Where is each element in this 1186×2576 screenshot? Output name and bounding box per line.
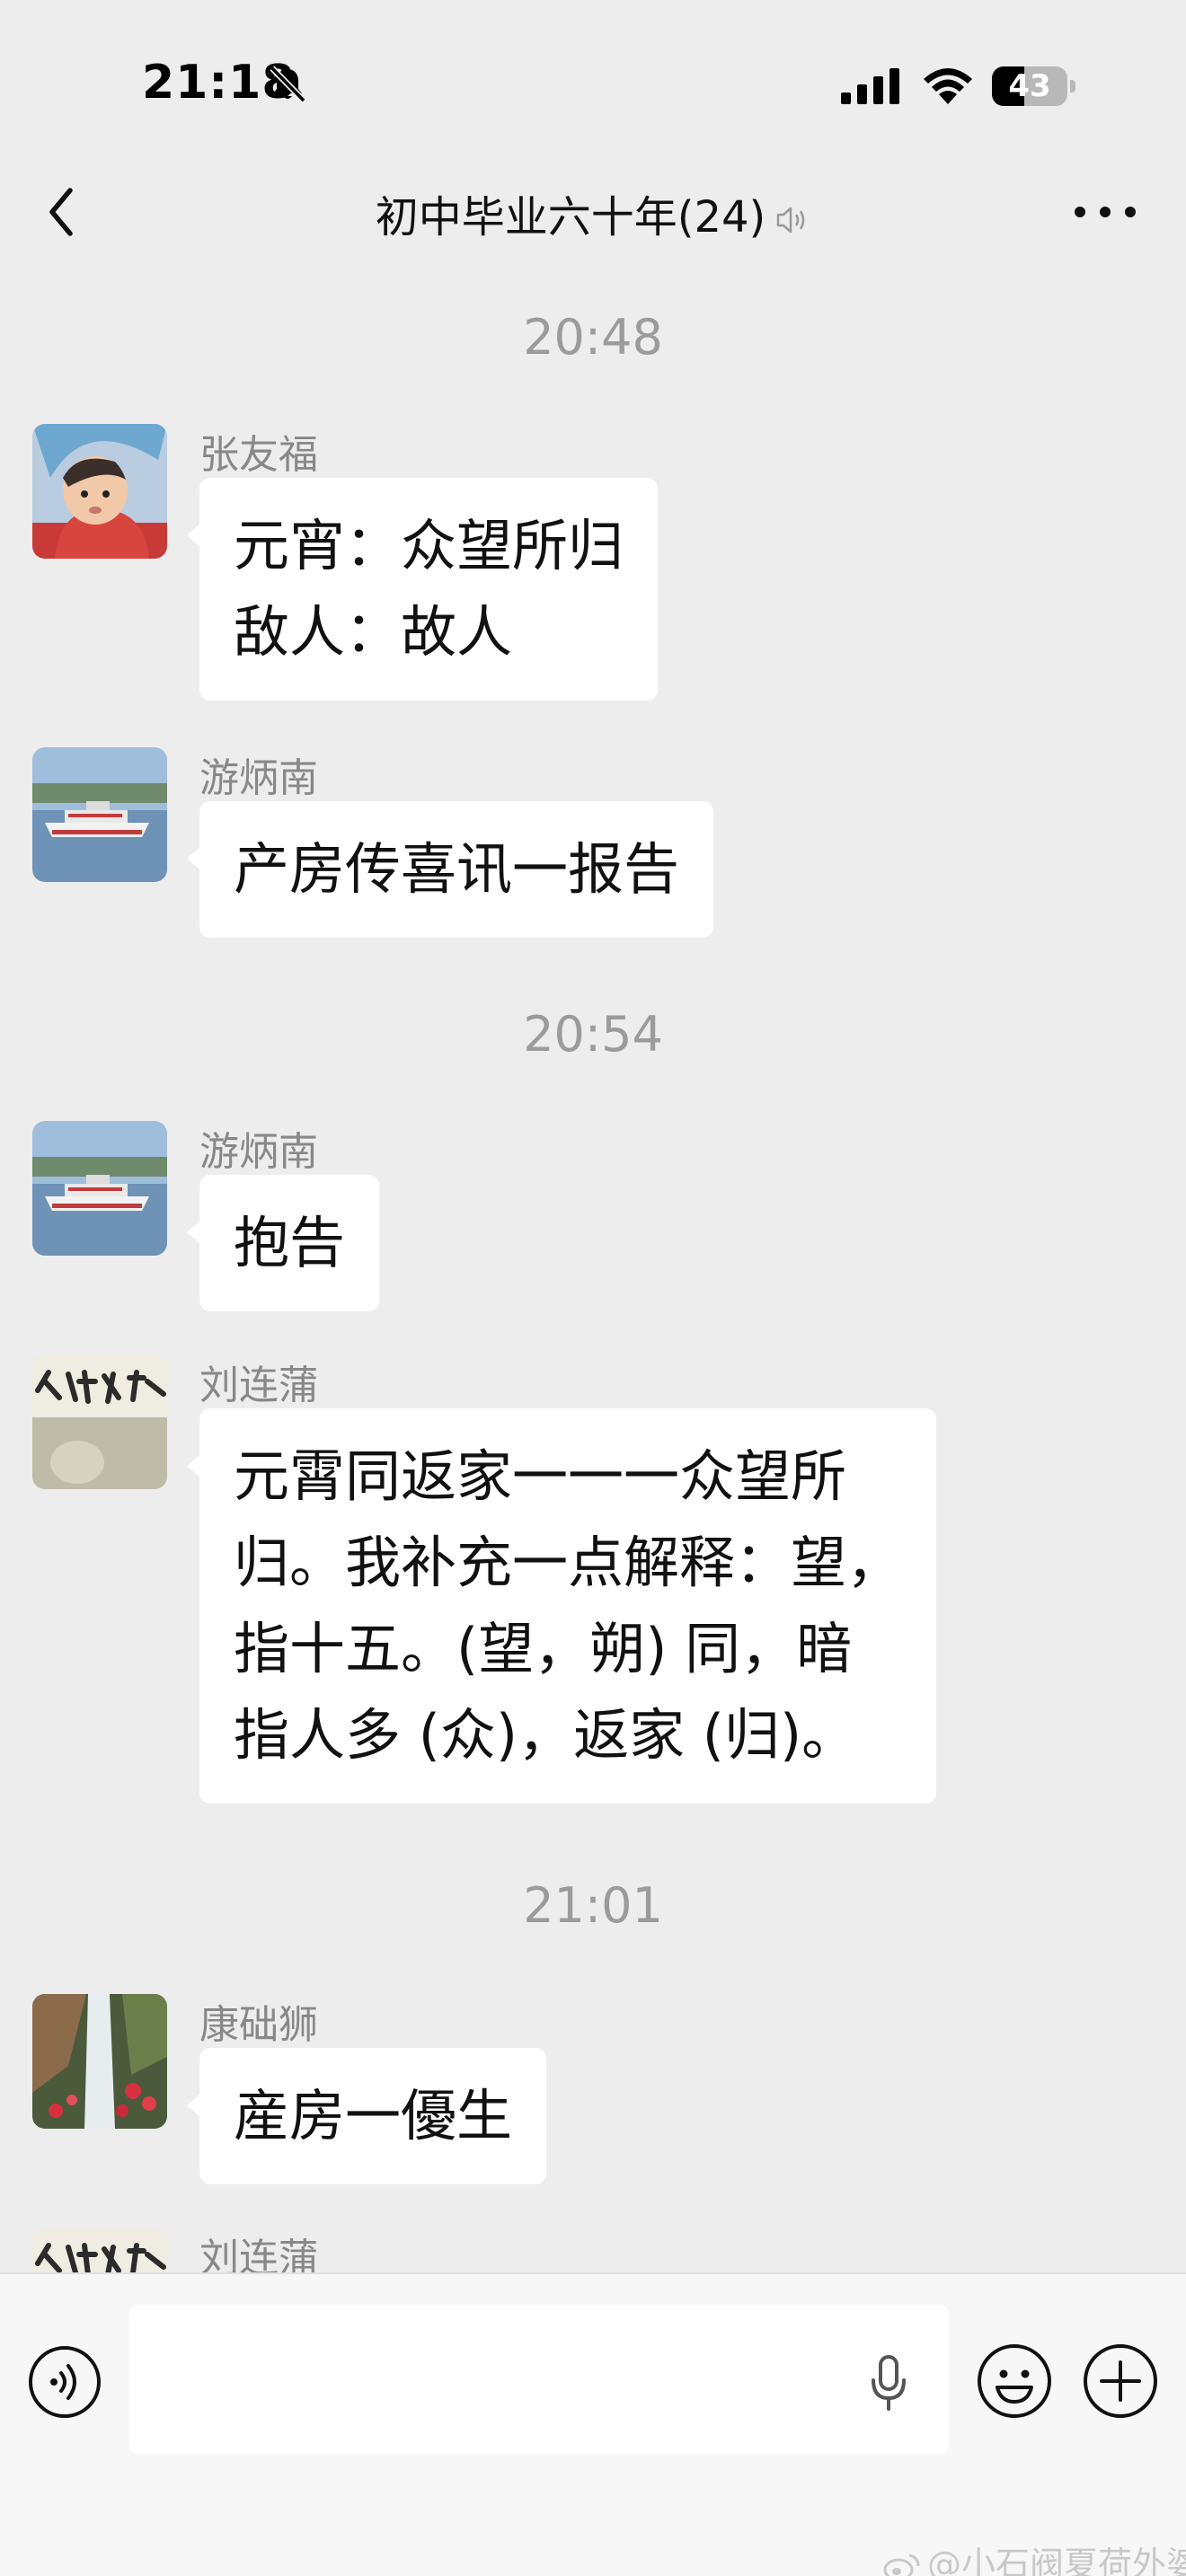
message-input-bar — [0, 2272, 1186, 2576]
message-line: 归。我补充一点解释：望， — [234, 1530, 903, 1595]
cellular-signal-icon — [841, 68, 899, 104]
message-line: 指人多 (众)，返家 (归)。 — [234, 1702, 858, 1768]
timestamp: 20:54 — [523, 1006, 663, 1063]
wifi-icon — [924, 68, 972, 104]
avatar[interactable] — [32, 1121, 167, 1256]
message-text-input[interactable] — [129, 2305, 949, 2454]
status-bar: 21:18 43 — [0, 0, 1186, 162]
baby-photo-avatar-icon — [32, 424, 167, 559]
message-line: 敌人：故人 — [234, 599, 513, 665]
sender-name: 刘连蒲 — [199, 1363, 318, 1408]
message-line: 抱告 — [234, 1210, 346, 1275]
avatar[interactable] — [32, 747, 167, 882]
message-bubble[interactable]: 抱告 — [186, 1175, 380, 1311]
message-line: 元宵：众望所归 — [234, 513, 624, 578]
voice-icon[interactable] — [27, 2344, 102, 2420]
sender-name: 康础狮 — [199, 2002, 318, 2048]
avatar[interactable] — [32, 1354, 167, 1489]
plus-icon[interactable] — [1082, 2342, 1159, 2420]
waterfall-flowers-avatar-icon — [32, 1994, 167, 2129]
chat-message-list[interactable]: 20:48 张友福 元宵：众望所归 敌人：故人 游炳南 产房传喜讯一报告 20:… — [0, 260, 1186, 2272]
message-line: 元霄同返家一一一众望所 — [234, 1443, 847, 1509]
chat-title: 初中毕业六十年(24) — [0, 181, 1186, 244]
battery-level: 43 — [1008, 68, 1051, 104]
speaker-wave-icon — [777, 207, 805, 234]
message-bubble[interactable]: 産房一優生 — [186, 2048, 547, 2184]
calligraphy-avatar-icon — [32, 1354, 167, 1489]
ferry-boat-avatar-icon — [32, 1121, 167, 1256]
timestamp: 21:01 — [523, 1877, 663, 1934]
weibo-logo-icon — [883, 2554, 920, 2576]
watermark-text: @小石阀夏荷外婆 — [927, 2545, 1186, 2576]
sender-name: 张友福 — [199, 432, 318, 478]
more-options-icon[interactable] — [1069, 196, 1141, 228]
message-bubble[interactable]: 产房传喜讯一报告 — [186, 801, 714, 938]
message-line: 产房传喜讯一报告 — [234, 836, 680, 902]
chat-header: 初中毕业六十年(24) — [0, 162, 1186, 260]
mic-icon[interactable] — [866, 2353, 911, 2414]
chat-title-text: 初中毕业六十年(24) — [375, 192, 766, 243]
message-bubble[interactable]: 元霄同返家一一一众望所 归。我补充一点解释：望， 指十五。(望，朔) 同，暗 指… — [186, 1408, 937, 1804]
bell-muted-icon — [270, 66, 306, 103]
sender-name: 游炳南 — [199, 1129, 318, 1175]
avatar[interactable] — [32, 1994, 167, 2129]
message-bubble[interactable]: 元宵：众望所归 敌人：故人 — [186, 478, 659, 701]
avatar[interactable] — [32, 2228, 167, 2272]
sender-name: 刘连蒲 — [199, 2236, 318, 2272]
message-line: 産房一優生 — [234, 2083, 513, 2148]
ferry-boat-avatar-icon — [32, 747, 167, 882]
message-line: 指十五。(望，朔) 同，暗 — [234, 1616, 853, 1681]
avatar[interactable] — [32, 424, 167, 559]
emoji-icon[interactable] — [976, 2342, 1053, 2420]
watermark: @小石阀夏荷外婆 — [882, 2536, 1186, 2576]
battery-indicator: 43 — [992, 66, 1075, 106]
calligraphy-avatar-icon — [32, 2228, 167, 2272]
sender-name: 游炳南 — [199, 755, 318, 801]
timestamp: 20:48 — [523, 309, 663, 366]
